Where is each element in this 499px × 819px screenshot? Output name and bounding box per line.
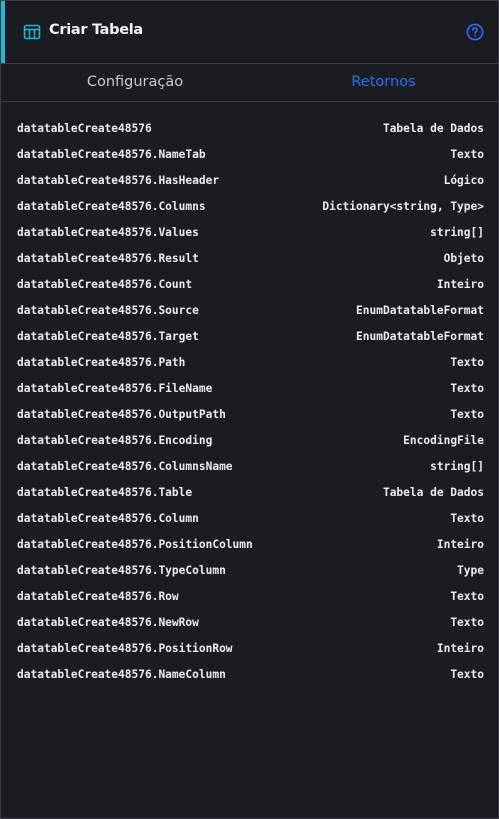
list-item: datatableCreate48576.Target EnumDatatable… bbox=[1, 323, 498, 349]
return-type: Tabela de Dados bbox=[382, 485, 484, 499]
return-type: Inteiro bbox=[436, 641, 484, 655]
return-type: EncodingFile bbox=[403, 433, 484, 447]
return-type: Texto bbox=[450, 355, 484, 369]
list-item: datatableCreate48576.Columns Dictionary<s… bbox=[1, 193, 498, 219]
list-item: datatableCreate48576.NameColumn Texto bbox=[1, 661, 498, 687]
list-item: datatableCreate48576.PositionRow Inteiro bbox=[1, 635, 498, 661]
list-item: datatableCreate48576.Path Texto bbox=[1, 349, 498, 375]
returns-list: datatableCreate48576 Tabela de Dados data… bbox=[1, 102, 498, 687]
return-type: string[] bbox=[430, 459, 484, 473]
return-type: EnumDatatableFormat bbox=[356, 329, 484, 343]
return-type: Texto bbox=[450, 589, 484, 603]
return-type: string[] bbox=[430, 225, 484, 239]
header-accent-bar bbox=[1, 1, 5, 63]
return-name: datatableCreate48576.Values bbox=[17, 225, 199, 239]
list-item: datatableCreate48576.TypeColumn Type bbox=[1, 557, 498, 583]
list-item: datatableCreate48576.HasHeader Lógico bbox=[1, 167, 498, 193]
help-circle-icon[interactable] bbox=[466, 23, 484, 41]
return-name: datatableCreate48576.PositionRow bbox=[17, 641, 233, 655]
panel-title: Criar Tabela bbox=[49, 22, 143, 38]
return-type: Texto bbox=[450, 615, 484, 629]
tab-retornos[interactable]: Retornos bbox=[269, 64, 498, 101]
return-name: datatableCreate48576.Table bbox=[17, 485, 193, 499]
return-name: datatableCreate48576.NewRow bbox=[17, 615, 199, 629]
list-item: datatableCreate48576.PositionColumn Intei… bbox=[1, 531, 498, 557]
return-type: Inteiro bbox=[436, 277, 484, 291]
list-item: datatableCreate48576.Count Inteiro bbox=[1, 271, 498, 297]
activity-panel: Criar Tabela Configuração Retornos datat… bbox=[0, 0, 499, 819]
return-type: EnumDatatableFormat bbox=[356, 303, 484, 317]
return-type: Objeto bbox=[443, 251, 484, 265]
return-name: datatableCreate48576.NameTab bbox=[17, 147, 206, 161]
list-item: datatableCreate48576.NameTab Texto bbox=[1, 141, 498, 167]
return-type: Texto bbox=[450, 407, 484, 421]
list-item: datatableCreate48576.Encoding EncodingFil… bbox=[1, 427, 498, 453]
list-item: datatableCreate48576.Table Tabela de Dado… bbox=[1, 479, 498, 505]
return-name: datatableCreate48576.Column bbox=[17, 511, 199, 525]
return-type: Texto bbox=[450, 667, 484, 681]
return-name: datatableCreate48576.Source bbox=[17, 303, 199, 317]
list-item: datatableCreate48576.FileName Texto bbox=[1, 375, 498, 401]
list-item: datatableCreate48576.Source EnumDatatable… bbox=[1, 297, 498, 323]
list-item: datatableCreate48576 Tabela de Dados bbox=[1, 115, 498, 141]
list-item: datatableCreate48576.ColumnsName string[] bbox=[1, 453, 498, 479]
return-type: Inteiro bbox=[436, 537, 484, 551]
list-item: datatableCreate48576.Row Texto bbox=[1, 583, 498, 609]
return-name: datatableCreate48576.Encoding bbox=[17, 433, 213, 447]
return-name: datatableCreate48576.OutputPath bbox=[17, 407, 226, 421]
return-name: datatableCreate48576.PositionColumn bbox=[17, 537, 253, 551]
list-item: datatableCreate48576.Result Objeto bbox=[1, 245, 498, 271]
return-type: Type bbox=[457, 563, 484, 577]
list-item: datatableCreate48576.Values string[] bbox=[1, 219, 498, 245]
return-name: datatableCreate48576 bbox=[17, 121, 152, 135]
tab-bar: Configuração Retornos bbox=[1, 64, 498, 102]
return-type: Texto bbox=[450, 381, 484, 395]
return-name: datatableCreate48576.ColumnsName bbox=[17, 459, 233, 473]
return-name: datatableCreate48576.FileName bbox=[17, 381, 213, 395]
list-item: datatableCreate48576.Column Texto bbox=[1, 505, 498, 531]
return-name: datatableCreate48576.Columns bbox=[17, 199, 206, 213]
return-name: datatableCreate48576.HasHeader bbox=[17, 173, 220, 187]
panel-header: Criar Tabela bbox=[1, 1, 498, 64]
return-type: Lógico bbox=[443, 173, 484, 187]
return-name: datatableCreate48576.Result bbox=[17, 251, 199, 265]
return-name: datatableCreate48576.Count bbox=[17, 277, 193, 291]
return-type: Texto bbox=[450, 147, 484, 161]
return-name: datatableCreate48576.Path bbox=[17, 355, 186, 369]
return-type: Tabela de Dados bbox=[382, 121, 484, 135]
list-item: datatableCreate48576.NewRow Texto bbox=[1, 609, 498, 635]
return-type: Dictionary<string, Type> bbox=[322, 199, 484, 213]
return-name: datatableCreate48576.Target bbox=[17, 329, 199, 343]
return-name: datatableCreate48576.TypeColumn bbox=[17, 563, 226, 577]
table-icon bbox=[23, 23, 41, 41]
return-name: datatableCreate48576.Row bbox=[17, 589, 179, 603]
tab-configuracao[interactable]: Configuração bbox=[1, 64, 269, 101]
return-type: Texto bbox=[450, 511, 484, 525]
list-item: datatableCreate48576.OutputPath Texto bbox=[1, 401, 498, 427]
return-name: datatableCreate48576.NameColumn bbox=[17, 667, 226, 681]
